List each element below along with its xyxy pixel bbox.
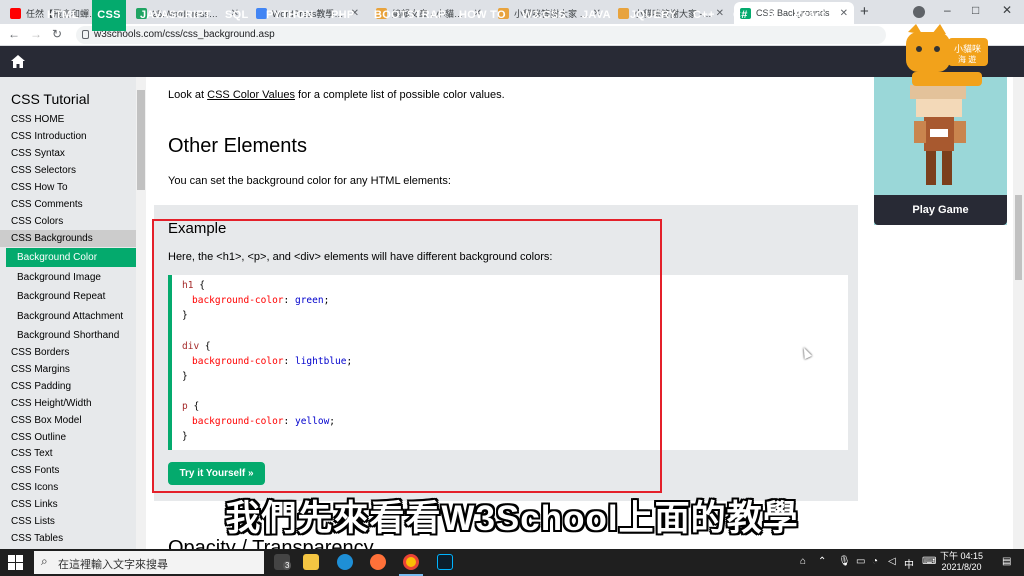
battery-icon[interactable]: ▭ xyxy=(856,556,865,567)
sidebar-scrollbar-thumb[interactable] xyxy=(137,90,145,190)
sidebar-subitem[interactable]: Background Attachment xyxy=(6,307,136,326)
nav-item-r[interactable]: R xyxy=(767,0,775,31)
nav-item-c-[interactable]: C++ xyxy=(693,0,715,31)
tab-close-icon[interactable]: ✕ xyxy=(840,8,848,19)
sidebar-item[interactable]: CSS Outline xyxy=(11,432,66,443)
sidebar-item[interactable]: CSS Backgrounds xyxy=(11,233,93,244)
color-values-link[interactable]: CSS Color Values xyxy=(207,89,295,101)
nav-item-javascript[interactable]: JAVASCRIPT xyxy=(140,0,211,31)
new-tab-button[interactable]: + xyxy=(860,3,869,20)
clock-time: 下午 04:15 xyxy=(940,551,984,561)
nav-item-html[interactable]: HTML xyxy=(47,0,79,31)
w3-top-nav xyxy=(0,46,1024,77)
nav-item-css[interactable]: CSS xyxy=(92,0,126,31)
forward-icon[interactable]: → xyxy=(30,27,42,41)
sidebar-item[interactable]: CSS Margins xyxy=(11,364,70,375)
sidebar-item[interactable]: CSS Text xyxy=(11,448,53,459)
page-scrollbar-thumb[interactable] xyxy=(1015,195,1022,280)
windows-taskbar: ⌕ 在這裡輸入文字來搜尋 3 ⌂ ⌃ 🎙 ▭ ◔ ◁ 中 ⌨ 下午 04:15 … xyxy=(0,549,1024,576)
sidebar-item[interactable]: CSS Selectors xyxy=(11,165,76,176)
minimize-button[interactable]: – xyxy=(944,3,951,17)
search-icon: ⌕ xyxy=(41,554,48,568)
maximize-button[interactable]: □ xyxy=(972,3,979,17)
sidebar-item[interactable]: CSS Fonts xyxy=(11,465,59,476)
nav-item-how-to[interactable]: HOW TO xyxy=(459,0,506,31)
sidebar: CSS Tutorial CSS HOME CSS Introduction CSS… xyxy=(0,77,136,549)
sidebar-item[interactable]: CSS Padding xyxy=(11,381,71,392)
back-icon[interactable]: ← xyxy=(8,27,20,41)
nav-item-php[interactable]: PHP xyxy=(331,0,355,31)
sidebar-item[interactable]: CSS Borders xyxy=(11,347,69,358)
windows-start-icon[interactable] xyxy=(8,555,23,570)
badge-line-2: 海 遊 xyxy=(958,55,977,64)
sidebar-item[interactable]: CSS Comments xyxy=(11,199,83,210)
volume-icon[interactable]: ◁ xyxy=(888,556,896,567)
page-scrollbar[interactable] xyxy=(1013,77,1024,549)
ime-indicator[interactable]: 中 xyxy=(904,556,914,571)
file-explorer-icon[interactable] xyxy=(303,554,319,570)
home-icon[interactable] xyxy=(11,55,25,68)
network-icon[interactable]: ◔ xyxy=(872,556,878,567)
close-window-button[interactable]: ✕ xyxy=(1002,3,1012,17)
nav-item-c-[interactable]: C# xyxy=(733,0,748,31)
tab-favicon-icon xyxy=(10,7,21,19)
intro-prefix: Look at xyxy=(168,89,208,101)
video-subtitle: 我們先來看看W3School上面的教學 xyxy=(225,499,799,538)
sidebar-subitem[interactable]: Background Color xyxy=(6,248,136,267)
people-icon[interactable]: ⌂ xyxy=(800,556,806,567)
game-character-image xyxy=(910,77,966,185)
sidebar-title: CSS Tutorial xyxy=(11,91,90,107)
main-content: Look at CSS Color Values for a complete … xyxy=(146,77,860,549)
intro-suffix: for a complete list of possible color va… xyxy=(294,89,505,101)
sidebar-item[interactable]: CSS Syntax xyxy=(11,148,65,159)
intro-paragraph: Look at CSS Color Values for a complete … xyxy=(168,89,505,101)
microphone-icon[interactable]: 🎙 xyxy=(838,556,851,567)
tab-favicon-icon xyxy=(618,7,629,19)
sidebar-subitem[interactable]: Background Repeat xyxy=(6,287,136,306)
taskbar-search-field[interactable]: ⌕ 在這裡輸入文字來搜尋 xyxy=(34,551,264,574)
search-placeholder: 在這裡輸入文字來搜尋 xyxy=(58,559,168,571)
chrome-icon[interactable] xyxy=(403,554,419,570)
sidebar-item[interactable]: CSS How To xyxy=(11,182,68,193)
edge-icon[interactable] xyxy=(337,554,353,570)
sidebar-item[interactable]: CSS Box Model xyxy=(11,415,82,426)
sidebar-item[interactable]: CSS HOME xyxy=(11,114,64,125)
clock-date: 2021/8/20 xyxy=(941,562,982,572)
nav-item-java[interactable]: JAVA xyxy=(582,0,611,31)
highlight-rectangle xyxy=(152,219,662,493)
nav-item-w3-css[interactable]: W3.CSS xyxy=(522,0,566,31)
clock[interactable]: 下午 04:15 2021/8/20 xyxy=(940,551,983,573)
sidebar-subitem[interactable]: Background Shorthand xyxy=(6,326,136,345)
sidebar-subitem[interactable]: Background Image xyxy=(6,268,136,287)
sidebar-item[interactable]: CSS Height/Width xyxy=(11,398,92,409)
sidebar-item[interactable]: CSS Introduction xyxy=(11,131,87,142)
profile-icon[interactable] xyxy=(913,6,925,18)
play-game-button[interactable]: Play Game xyxy=(874,195,1007,225)
keyboard-icon[interactable]: ⌨ xyxy=(922,556,936,567)
screen-recorder-icon[interactable] xyxy=(437,554,453,570)
lock-icon xyxy=(82,30,89,39)
notifications-icon[interactable]: ▤ xyxy=(1002,556,1011,567)
badge-count: 3 xyxy=(283,561,292,570)
nav-item-bootstrap[interactable]: BOOTSTRAP xyxy=(374,0,446,31)
cat-logo-icon xyxy=(906,24,988,86)
nav-item-python[interactable]: PYTHON xyxy=(266,0,314,31)
nav-item-jquery[interactable]: JQUERY xyxy=(630,0,677,31)
section-heading: Other Elements xyxy=(168,135,307,157)
section-paragraph: You can set the background color for any… xyxy=(168,175,451,187)
tab-close-icon[interactable]: ✕ xyxy=(716,8,724,19)
channel-badge: 小貓咪 海 遊 xyxy=(902,24,990,88)
firefox-icon[interactable] xyxy=(370,554,386,570)
nav-item-sql[interactable]: SQL xyxy=(225,0,249,31)
tray-chevron-icon[interactable]: ⌃ xyxy=(818,556,826,567)
sidebar-item[interactable]: CSS Colors xyxy=(11,216,63,227)
nav-item-react[interactable]: React xyxy=(794,0,825,31)
